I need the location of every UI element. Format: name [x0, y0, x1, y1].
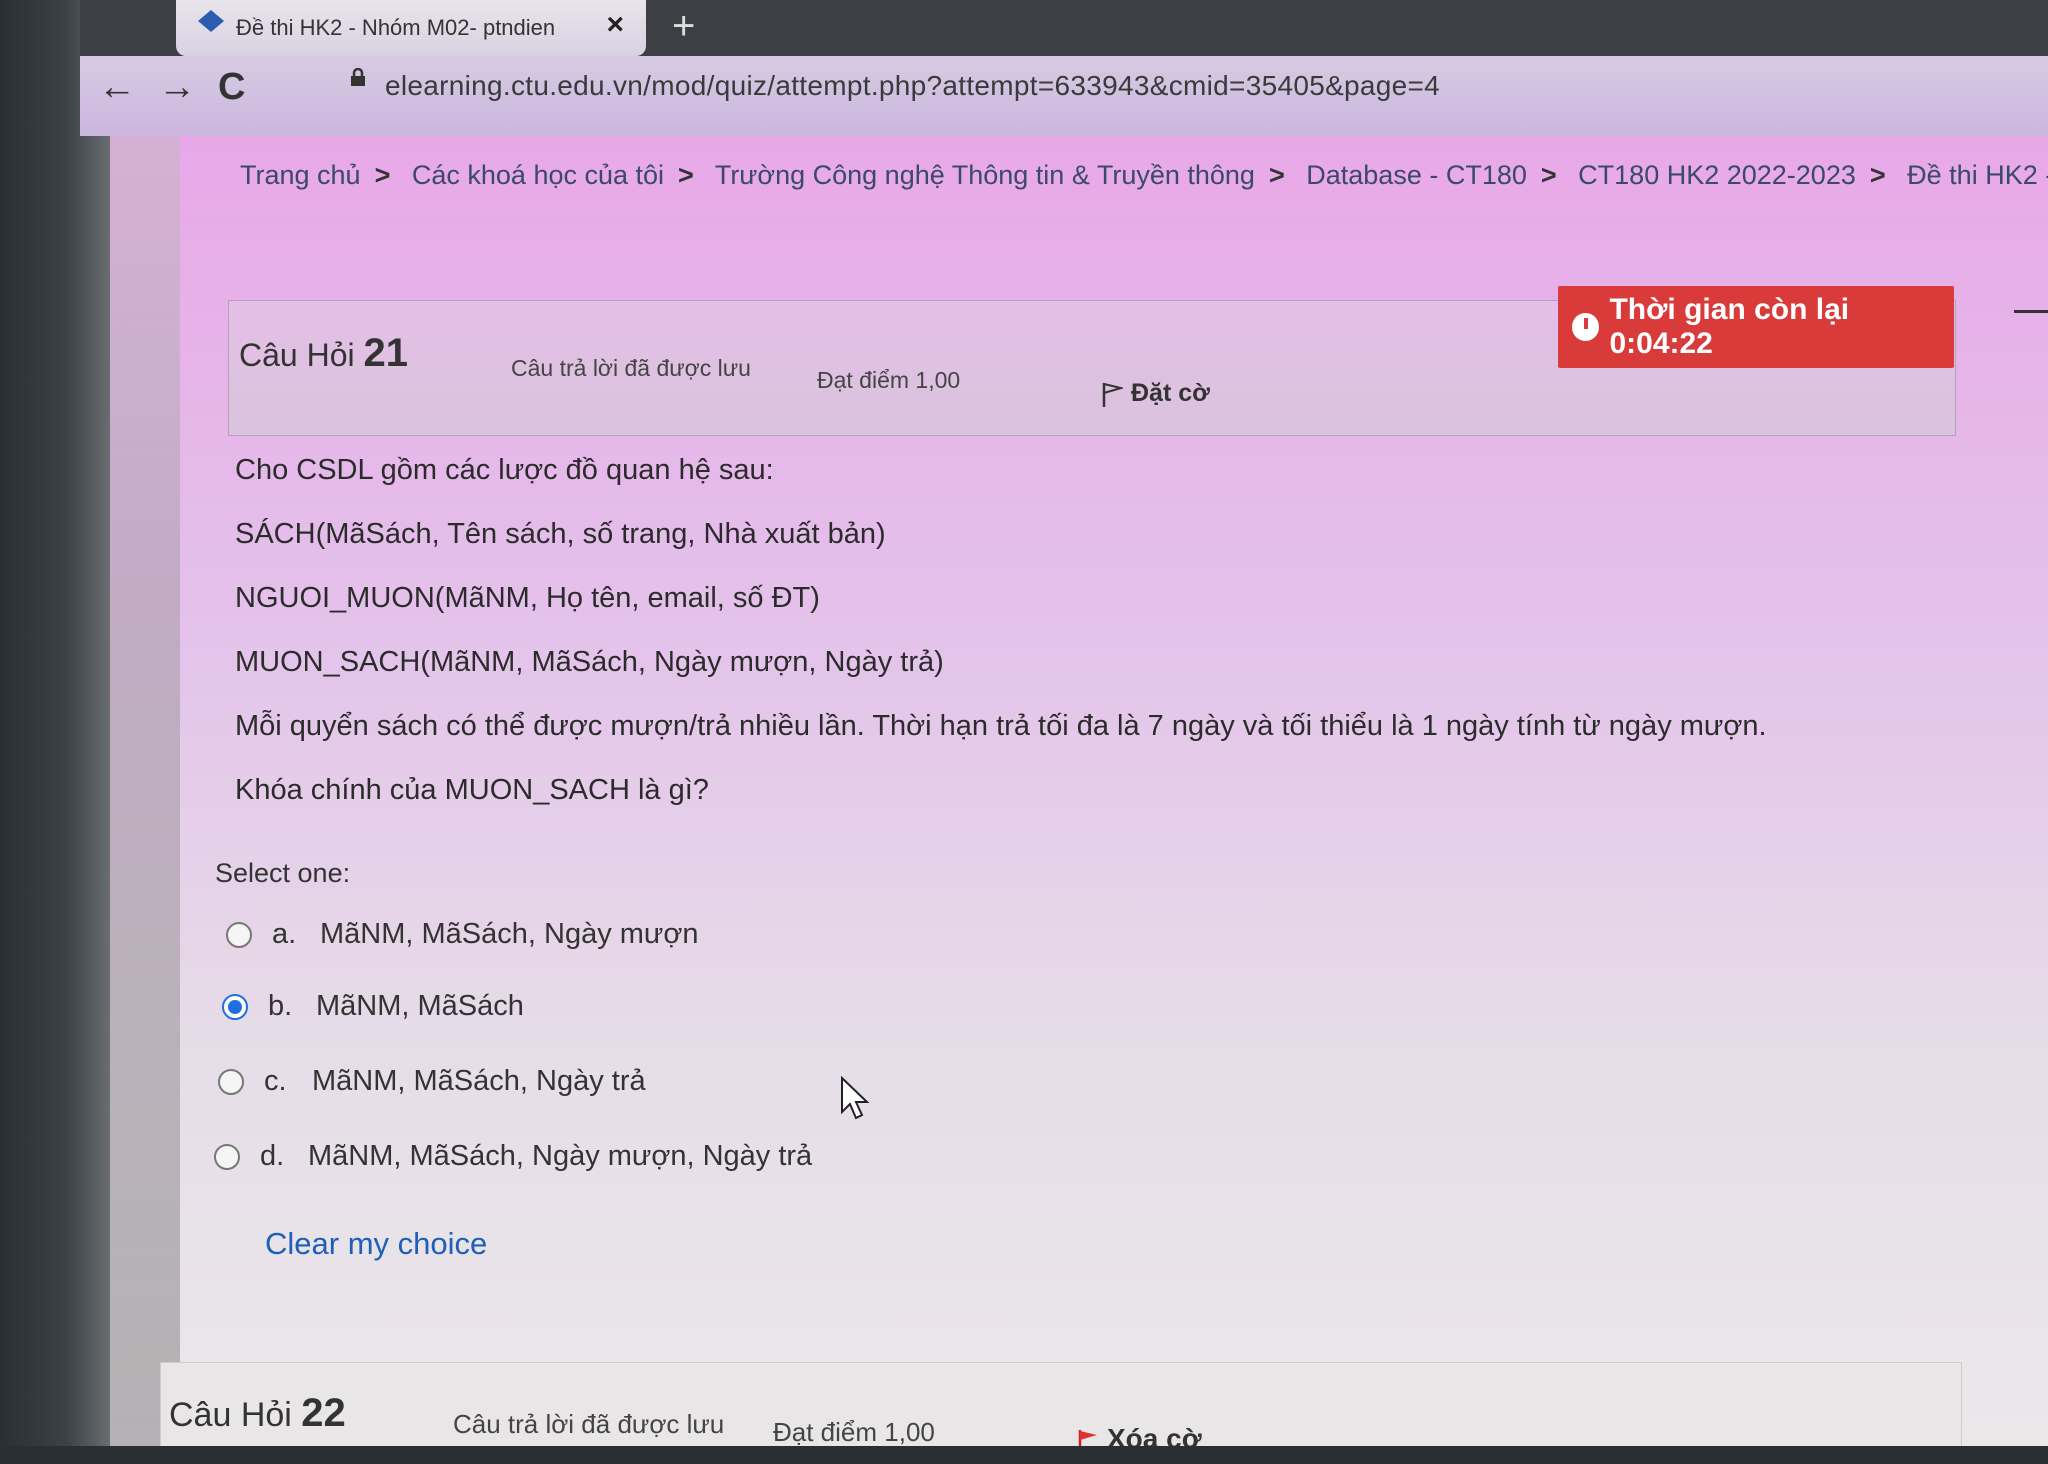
- quiz-timer: Thời gian còn lại 0:04:22: [1558, 286, 1954, 368]
- breadcrumb-item[interactable]: Các khoá học của tôi: [412, 160, 664, 190]
- forward-button[interactable]: →: [158, 66, 196, 109]
- option-letter: d.: [260, 1140, 285, 1172]
- radio-button[interactable]: [214, 1144, 240, 1171]
- flag-icon: [1102, 383, 1125, 408]
- chevron-right-icon: >: [374, 160, 391, 190]
- breadcrumb-item[interactable]: Database - CT180: [1306, 160, 1527, 190]
- answer-option-a[interactable]: a. MãNM, MãSách, Ngày mượn: [226, 918, 698, 951]
- question-number-value: 22: [301, 1391, 346, 1435]
- chevron-right-icon: >: [678, 160, 694, 190]
- radio-button-selected[interactable]: [222, 994, 248, 1021]
- question-number: Câu Hỏi 22: [169, 1391, 346, 1436]
- browser-tab[interactable]: Đề thi HK2 - Nhóm M02- ptndien ×: [176, 0, 646, 56]
- breadcrumb-item[interactable]: CT180 HK2 2022-2023: [1578, 160, 1856, 190]
- answer-option-b[interactable]: b. MãNM, MãSách: [222, 990, 524, 1023]
- question-line: MUON_SACH(MãNM, MãSách, Ngày mượn, Ngày …: [235, 646, 944, 678]
- question-line: Cho CSDL gồm các lược đồ quan hệ sau:: [235, 454, 774, 486]
- lock-icon: [351, 68, 365, 86]
- mouse-cursor-icon: [841, 1076, 870, 1120]
- tab-close-icon[interactable]: ×: [606, 8, 624, 42]
- monitor-bezel: [0, 0, 110, 1464]
- timer-label: Thời gian còn lại 0:04:22: [1609, 293, 1850, 360]
- question-text: Cho CSDL gồm các lược đồ quan hệ sau: SÁ…: [235, 438, 1767, 822]
- chevron-right-icon: >: [1540, 160, 1557, 190]
- question-line: SÁCH(MãSách, Tên sách, số trang, Nhà xuấ…: [235, 518, 886, 550]
- question-number-value: 21: [363, 331, 409, 375]
- option-text: MãNM, MãSách, Ngày mượn, Ngày trả: [308, 1140, 813, 1172]
- url-text: elearning.ctu.edu.vn/mod/quiz/attempt.ph…: [385, 70, 1441, 101]
- address-bar[interactable]: elearning.ctu.edu.vn/mod/quiz/attempt.ph…: [351, 68, 1441, 102]
- question-mark: Đạt điểm 1,00: [773, 1417, 935, 1447]
- radio-button[interactable]: [218, 1069, 244, 1096]
- breadcrumb: Trang chủ > Các khoá học của tôi > Trường …: [240, 160, 2048, 191]
- chevron-right-icon: >: [1869, 160, 1886, 190]
- tab-title: Đề thi HK2 - Nhóm M02- ptndien: [236, 15, 556, 40]
- question-line: Mỗi quyển sách có thể được mượn/trả nhiề…: [235, 710, 1767, 742]
- breadcrumb-item[interactable]: Đề thi HK2 - Nhó: [1907, 160, 2048, 190]
- option-letter: a.: [272, 918, 297, 950]
- option-text: MãNM, MãSách, Ngày trả: [312, 1065, 646, 1097]
- flag-question-button[interactable]: Đặt cờ: [1101, 379, 1210, 408]
- tab-bar: Đề thi HK2 - Nhóm M02- ptndien × +: [80, 0, 2048, 62]
- question-line: NGUOI_MUON(MãNM, Họ tên, email, số ĐT): [235, 582, 820, 614]
- breadcrumb-item[interactable]: Trường Công nghệ Thông tin & Truyền thôn…: [715, 160, 1255, 190]
- new-tab-button[interactable]: +: [672, 4, 695, 49]
- select-one-label: Select one:: [215, 858, 351, 888]
- question-mark: Đạt điểm 1,00: [817, 367, 961, 393]
- question-line: Khóa chính của MUON_SACH là gì?: [235, 774, 709, 806]
- answer-status: Câu trả lời đã được lưu: [511, 355, 751, 381]
- clock-icon: [1572, 313, 1600, 341]
- browser-toolbar: ← → C elearning.ctu.edu.vn/mod/quiz/atte…: [80, 56, 2048, 136]
- chevron-right-icon: >: [1268, 160, 1285, 190]
- back-button[interactable]: ←: [98, 66, 136, 109]
- reload-button[interactable]: C: [218, 66, 245, 109]
- breadcrumb-item[interactable]: Trang chủ: [240, 160, 361, 190]
- option-text: MãNM, MãSách, Ngày mượn: [320, 918, 699, 950]
- question-number: Câu Hỏi 21: [239, 331, 408, 376]
- flag-label: Đặt cờ: [1131, 379, 1210, 407]
- option-letter: c.: [264, 1065, 287, 1097]
- divider: [2014, 310, 2048, 313]
- answer-option-c[interactable]: c. MãNM, MãSách, Ngày trả: [218, 1065, 646, 1098]
- page-left-shadow: [110, 136, 180, 1446]
- option-letter: b.: [268, 990, 293, 1022]
- option-text: MãNM, MãSách: [316, 990, 524, 1022]
- answer-status: Câu trả lời đã được lưu: [453, 1409, 725, 1439]
- moodle-favicon-icon: [198, 10, 224, 32]
- radio-button[interactable]: [226, 922, 252, 949]
- monitor-bottom-bezel: [0, 1446, 2048, 1464]
- answer-option-d[interactable]: d. MãNM, MãSách, Ngày mượn, Ngày trả: [214, 1140, 812, 1173]
- question-prefix: Câu Hỏi: [169, 1396, 292, 1434]
- question-prefix: Câu Hỏi: [239, 337, 355, 373]
- clear-choice-link[interactable]: Clear my choice: [265, 1226, 487, 1262]
